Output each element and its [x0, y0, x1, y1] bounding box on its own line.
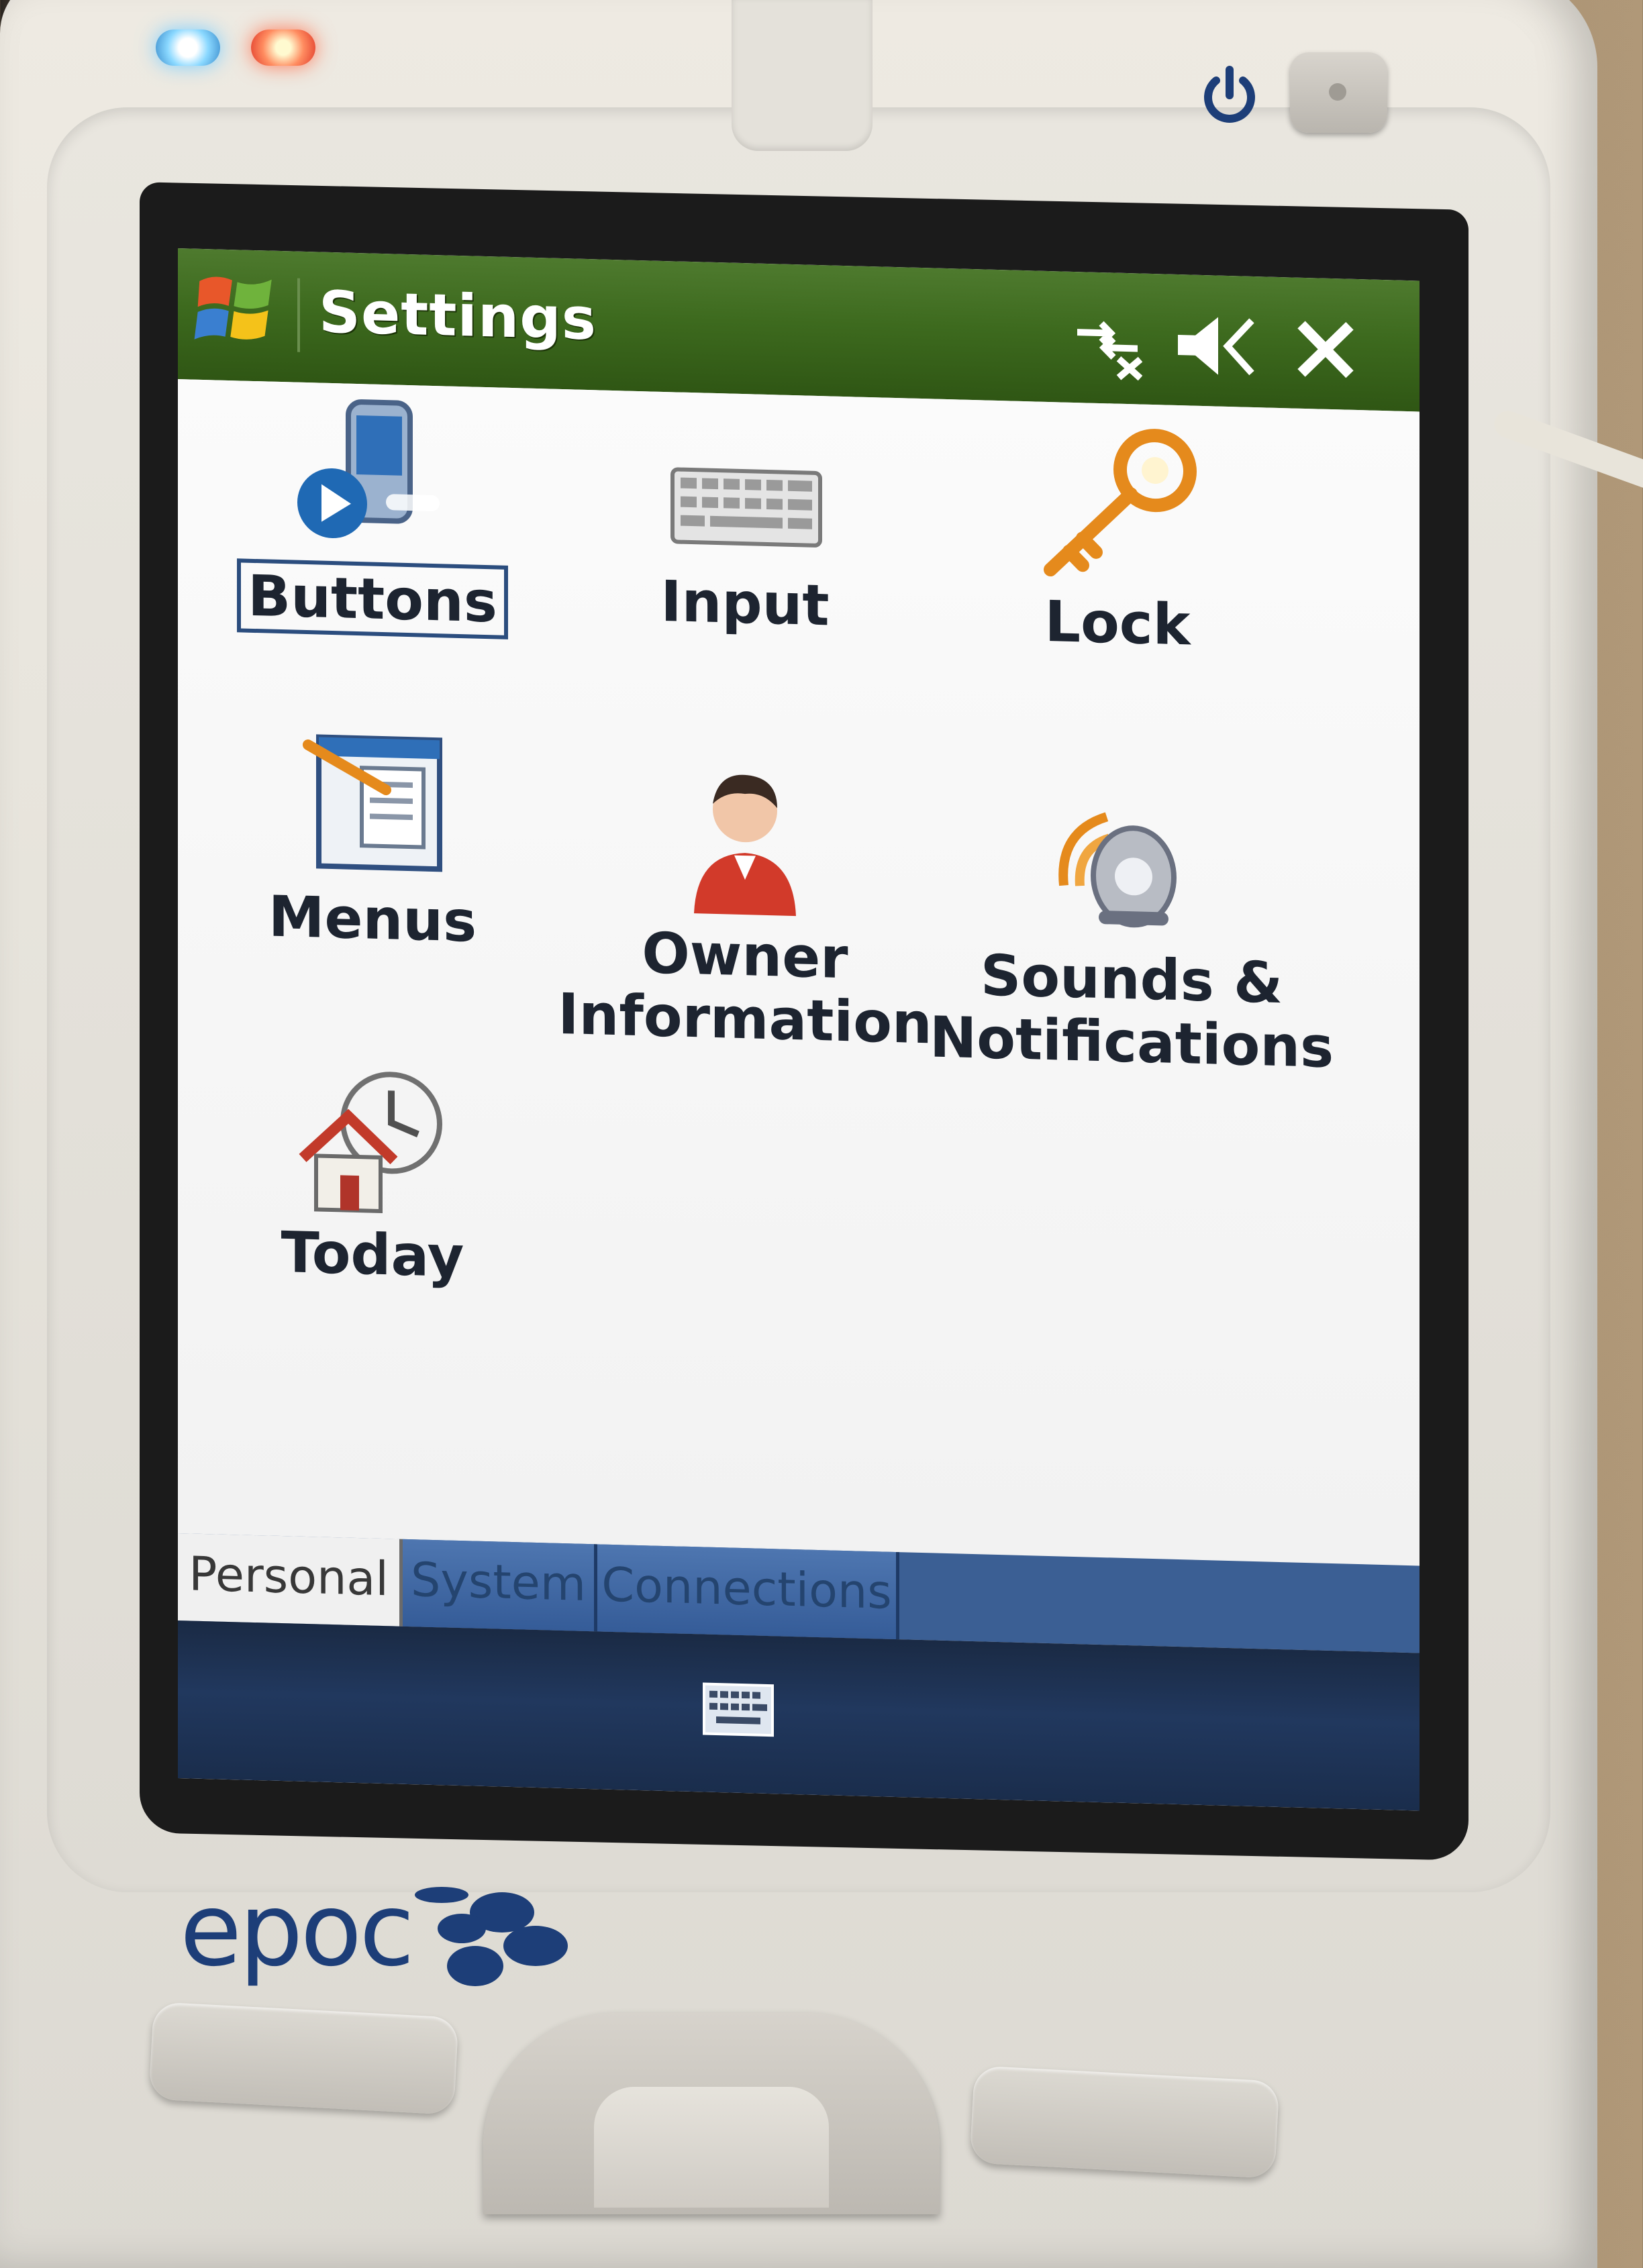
settings-item-lock[interactable]: Lock: [930, 419, 1305, 660]
navigation-center-button[interactable]: [594, 2087, 829, 2208]
tab-personal[interactable]: Personal: [178, 1533, 403, 1627]
today-icon: [299, 1072, 442, 1213]
logo-dots-icon: [415, 1887, 568, 1986]
settings-item-buttons[interactable]: Buttons: [185, 389, 560, 641]
settings-item-label: Lock: [1044, 588, 1191, 658]
windows-flag-icon[interactable]: [193, 266, 279, 354]
right-soft-key[interactable]: [969, 2065, 1280, 2179]
left-soft-key[interactable]: [148, 2002, 459, 2115]
settings-item-label: Today: [281, 1219, 464, 1290]
settings-item-label: Buttons: [237, 558, 508, 639]
menu-bar: [178, 1620, 1420, 1811]
power-button[interactable]: [1290, 52, 1387, 133]
power-icon: [1204, 66, 1255, 123]
page-title: Settings: [319, 278, 597, 354]
settings-item-owner-information[interactable]: Owner Information: [557, 752, 933, 1057]
volume-muted-icon[interactable]: [1171, 308, 1258, 384]
blue-led-indicator: [156, 30, 220, 66]
settings-grid: Buttons Input Lock Menus Owner Informati…: [178, 379, 1420, 1566]
settings-item-menus[interactable]: Menus: [185, 715, 560, 956]
input-panel-keyboard-icon[interactable]: [701, 1681, 775, 1738]
brand-wordmark: epoc: [180, 1872, 415, 1989]
owner-icon: [694, 774, 796, 917]
keyboard-icon: [670, 467, 822, 548]
settings-item-label: Sounds & Notifications: [930, 942, 1334, 1081]
connectivity-icon[interactable]: [1071, 305, 1151, 381]
settings-item-sounds-notifications[interactable]: Sounds & Notifications: [930, 774, 1334, 1080]
close-icon[interactable]: [1292, 311, 1359, 386]
settings-item-label: Input: [660, 568, 830, 639]
red-led-indicator: [251, 30, 315, 66]
menus-icon: [303, 734, 442, 872]
screen: Settings Buttons Input Lock Menus Owner …: [178, 248, 1420, 1811]
epoc-logo: epoc: [180, 1872, 583, 2006]
settings-item-label: Menus: [268, 883, 477, 955]
tab-system[interactable]: System: [403, 1539, 597, 1632]
tab-connections[interactable]: Connections: [597, 1544, 899, 1640]
key-icon: [1044, 429, 1197, 577]
buttons-icon: [297, 399, 440, 539]
settings-item-label: Owner Information: [558, 920, 932, 1057]
sounds-icon: [1058, 812, 1177, 928]
settings-item-input[interactable]: Input: [557, 399, 933, 640]
title-separator: [297, 278, 300, 352]
device-top-notch: [732, 0, 873, 151]
settings-item-today[interactable]: Today: [185, 1050, 560, 1291]
